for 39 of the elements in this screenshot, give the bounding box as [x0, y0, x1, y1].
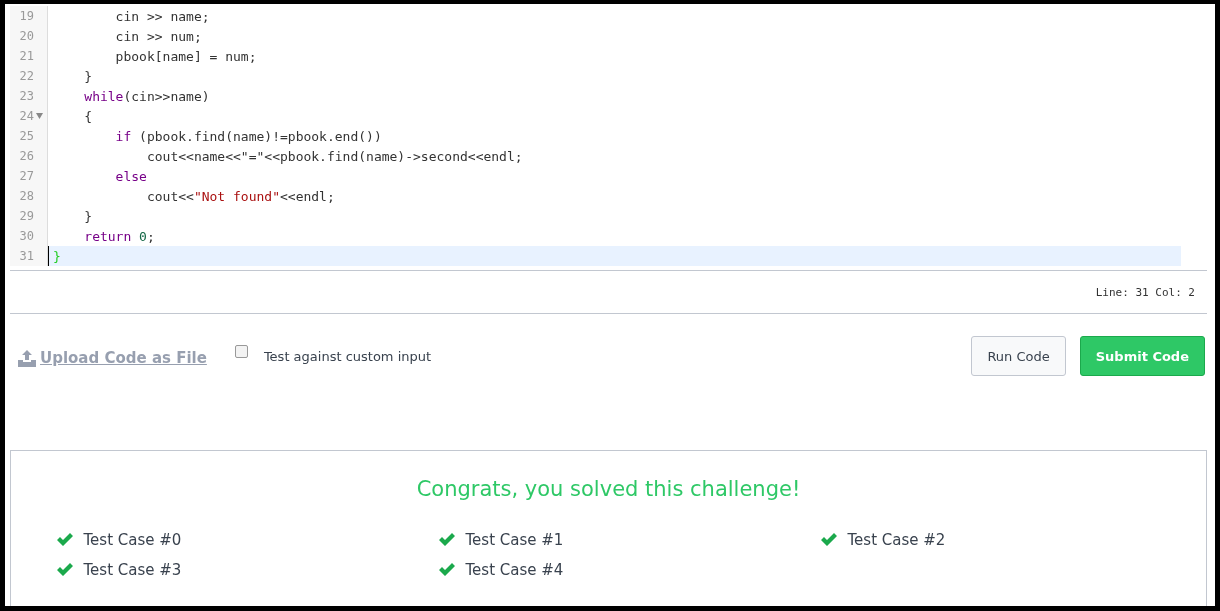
code-line: else: [114, 167, 148, 186]
line-number: 30: [19, 229, 34, 243]
code-line: return 0;: [83, 227, 156, 246]
test-case-label: Test Case #0: [83, 531, 182, 549]
code-line: while(cin>>name): [83, 87, 211, 106]
line-number: 25: [19, 129, 34, 143]
code-line: if (pbook.find(name)!=pbook.end()): [114, 127, 383, 146]
code-line: pbook[name] = num;: [114, 47, 258, 66]
submit-button[interactable]: Submit Code: [1079, 336, 1205, 376]
upload-icon: [18, 349, 36, 367]
test-case-label: Test Case #1: [465, 531, 564, 549]
line-number: 23: [19, 89, 34, 103]
line-number: 21: [19, 49, 34, 63]
fold-icon[interactable]: [36, 113, 43, 119]
result-title: Congrats, you solved this challenge!: [416, 477, 801, 501]
code-line: cout<<"Not found"<<endl;: [145, 187, 336, 206]
line-number: 19: [19, 9, 34, 23]
code-line: {: [83, 107, 94, 126]
line-number: 27: [19, 169, 34, 183]
run-button[interactable]: Run Code: [971, 336, 1066, 376]
cursor-position: Line: 31 Col: 2: [1095, 285, 1195, 299]
custom-input-checkbox[interactable]: [234, 344, 248, 358]
test-case-label: Test Case #3: [83, 561, 182, 579]
line-number: 31: [19, 249, 34, 263]
line-number: 24: [19, 109, 34, 123]
code-line: cin >> name;: [114, 7, 211, 26]
line-number: 26: [19, 149, 34, 163]
test-case-label: Test Case #4: [465, 561, 564, 579]
code-line: cin >> num;: [114, 27, 203, 46]
line-number: 20: [19, 29, 34, 43]
test-case-label: Test Case #2: [847, 531, 946, 549]
upload-link[interactable]: Upload Code as File: [18, 349, 207, 367]
line-number: 22: [19, 69, 34, 83]
code-line: }: [83, 67, 94, 86]
line-number: 29: [19, 209, 34, 223]
code-line: cout<<name<<"="<<pbook.find(name)->second<<endl;: [145, 147, 524, 166]
checkbox-label: Test against custom input: [263, 348, 432, 364]
line-number: 28: [19, 189, 34, 203]
code-line: }: [83, 207, 94, 226]
